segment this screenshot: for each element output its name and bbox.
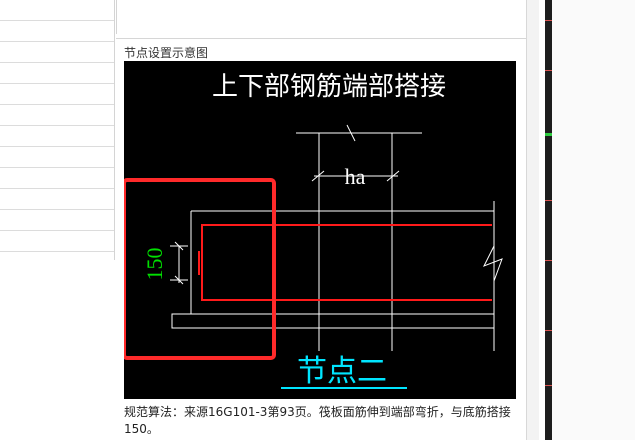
list-row[interactable] <box>0 147 114 168</box>
list-row[interactable] <box>0 231 114 252</box>
right-panel <box>545 0 635 440</box>
list-row[interactable] <box>0 126 114 147</box>
ruler-tick <box>545 385 552 386</box>
list-row[interactable] <box>0 168 114 189</box>
list-row[interactable] <box>0 21 114 42</box>
ruler-tick <box>545 260 552 261</box>
ruler-tick <box>545 330 552 331</box>
ruler-tick <box>545 133 552 136</box>
list-row[interactable] <box>0 210 114 231</box>
ruler-tick <box>545 70 552 71</box>
ruler-tick <box>545 200 552 201</box>
rebar <box>198 224 492 301</box>
top-blank-area <box>116 0 527 34</box>
node-settings-panel: 节点设置示意图 上下部钢筋端部搭接 ha 150 节点二 规范算法：来源16G1… <box>116 38 526 441</box>
dimension-150-label: 150 <box>142 248 167 281</box>
dimension-150 <box>170 241 188 285</box>
diagram-title: 上下部钢筋端部搭接 <box>212 72 446 101</box>
left-property-list <box>0 0 115 260</box>
list-row[interactable] <box>0 63 114 84</box>
panel-title: 节点设置示意图 <box>124 46 209 60</box>
splitter[interactable] <box>526 0 539 440</box>
slab-outline <box>171 201 503 351</box>
node-label: 节点二 <box>297 355 387 388</box>
list-row[interactable] <box>0 84 114 105</box>
dimension-ha-label: ha <box>345 164 366 189</box>
ruler-tick <box>545 20 552 21</box>
rule-note: 规范算法：来源16G101-3第93页。筏板面筋伸到端部弯折，与底筋搭接150。 <box>124 405 511 436</box>
node-diagram: 上下部钢筋端部搭接 ha 150 节点二 <box>124 61 516 399</box>
list-row[interactable] <box>0 42 114 63</box>
list-row[interactable] <box>0 189 114 210</box>
node-diagram-drawing: 上下部钢筋端部搭接 ha 150 节点二 <box>124 72 503 389</box>
list-row[interactable] <box>0 0 114 21</box>
list-row[interactable] <box>0 105 114 126</box>
ruler-strip <box>545 0 552 440</box>
dimension-ha <box>296 124 422 351</box>
